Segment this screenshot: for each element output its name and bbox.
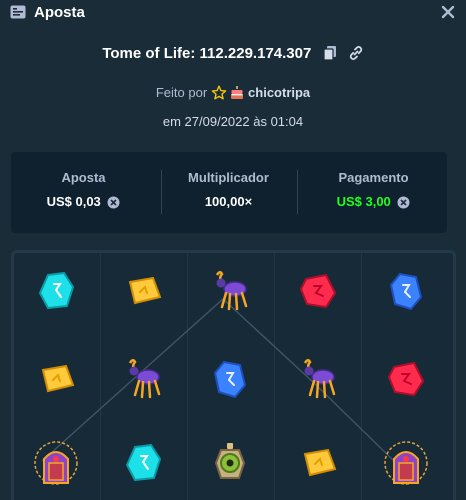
bet-date: em 27/09/2022 às 01:04 <box>162 114 304 129</box>
made-by-label: Feito por <box>155 85 208 101</box>
stat-multiplier: Multiplicador 100,00× <box>156 170 301 209</box>
made-by-row: Feito por chicotripa <box>0 84 466 101</box>
stat-divider <box>297 170 298 214</box>
eye-idol-symbol <box>208 441 252 485</box>
gold-gem-symbol <box>296 441 340 485</box>
game-title: Tome of Life: 112.229.174.307 <box>102 44 312 62</box>
receipt-icon <box>10 5 26 19</box>
red-gem-symbol <box>296 269 340 313</box>
gold-gem-symbol <box>34 357 78 401</box>
stat-payout-label: Pagamento <box>338 170 409 185</box>
username-link[interactable]: chicotripa <box>248 85 310 100</box>
stat-payout-value: US$ 3,00 <box>336 194 391 209</box>
spider-creature-symbol <box>121 357 165 401</box>
tome-door-symbol <box>34 441 78 485</box>
spider-creature-symbol <box>296 357 340 401</box>
stat-payout: Pagamento US$ 3,00 <box>301 170 446 209</box>
red-gem-symbol <box>384 357 428 401</box>
gold-gem-symbol <box>121 269 165 313</box>
coin-icon <box>107 196 120 209</box>
copy-icon[interactable] <box>322 45 338 61</box>
stat-bet-value: US$ 0,03 <box>46 194 101 209</box>
link-icon[interactable] <box>348 45 364 61</box>
tome-door-symbol <box>384 441 428 485</box>
cyan-gem-symbol <box>121 441 165 485</box>
cake-icon <box>231 86 244 100</box>
close-icon[interactable] <box>438 1 458 23</box>
modal-header: Aposta <box>0 0 466 26</box>
stat-bet: Aposta US$ 0,03 <box>11 170 156 209</box>
stat-bet-label: Aposta <box>61 170 106 185</box>
game-title-row: Tome of Life: 112.229.174.307 <box>0 44 466 62</box>
star-icon <box>211 85 227 100</box>
modal-title: Aposta <box>34 4 85 21</box>
coin-icon <box>397 196 410 209</box>
slot-board <box>11 250 456 500</box>
stats-panel: Aposta US$ 0,03 Multiplicador 100,00× Pa… <box>11 152 447 233</box>
spider-creature-symbol <box>208 269 252 313</box>
blue-gem-symbol <box>384 269 428 313</box>
blue-gem-symbol <box>208 357 252 401</box>
cyan-gem-symbol <box>34 269 78 313</box>
stat-multiplier-label: Multiplicador <box>188 170 269 185</box>
stat-multiplier-value: 100,00× <box>204 194 253 209</box>
